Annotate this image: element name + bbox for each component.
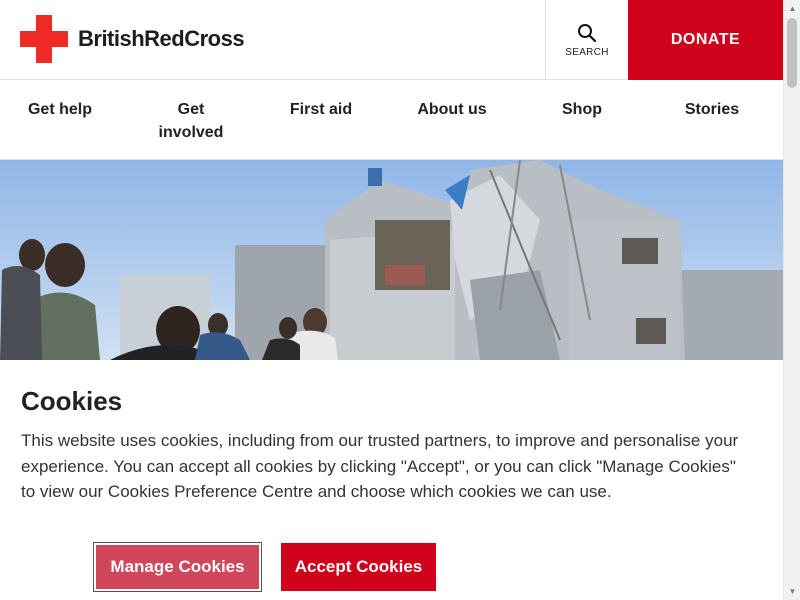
scroll-down-arrow-icon[interactable]: ▼ [784,583,800,600]
nav-item-get-help[interactable]: Get help [0,98,125,121]
nav-item-first-aid[interactable]: First aid [256,98,386,121]
cookie-banner-title: Cookies [21,386,123,416]
search-label: SEARCH [565,46,609,58]
scroll-up-arrow-icon[interactable]: ▲ [784,0,800,17]
donate-button[interactable]: DONATE [628,0,783,80]
site-header: BritishRedCross SEARCH DONATE [0,0,783,80]
red-cross-icon [20,15,68,63]
search-button[interactable]: SEARCH [545,0,628,80]
hero-image [0,160,783,360]
manage-cookies-button[interactable]: Manage Cookies [93,542,262,592]
site-logo[interactable]: BritishRedCross [20,15,245,63]
accept-cookies-button[interactable]: Accept Cookies [281,543,436,591]
cookie-banner-text: This website uses cookies, including fro… [21,431,739,502]
brand-name: BritishRedCross [78,26,245,51]
nav-item-stories[interactable]: Stories [647,98,777,121]
page-scrollbar[interactable]: ▲ ▼ [783,0,800,600]
search-icon [578,23,597,42]
cookie-banner: Cookies This website uses cookies, inclu… [0,360,783,600]
scroll-thumb[interactable] [787,18,797,88]
nav-item-shop[interactable]: Shop [517,98,647,121]
main-navigation: Get help Get involved First aid About us… [0,81,783,160]
nav-item-get-involved[interactable]: Get involved [126,98,256,144]
nav-item-about-us[interactable]: About us [387,98,517,121]
